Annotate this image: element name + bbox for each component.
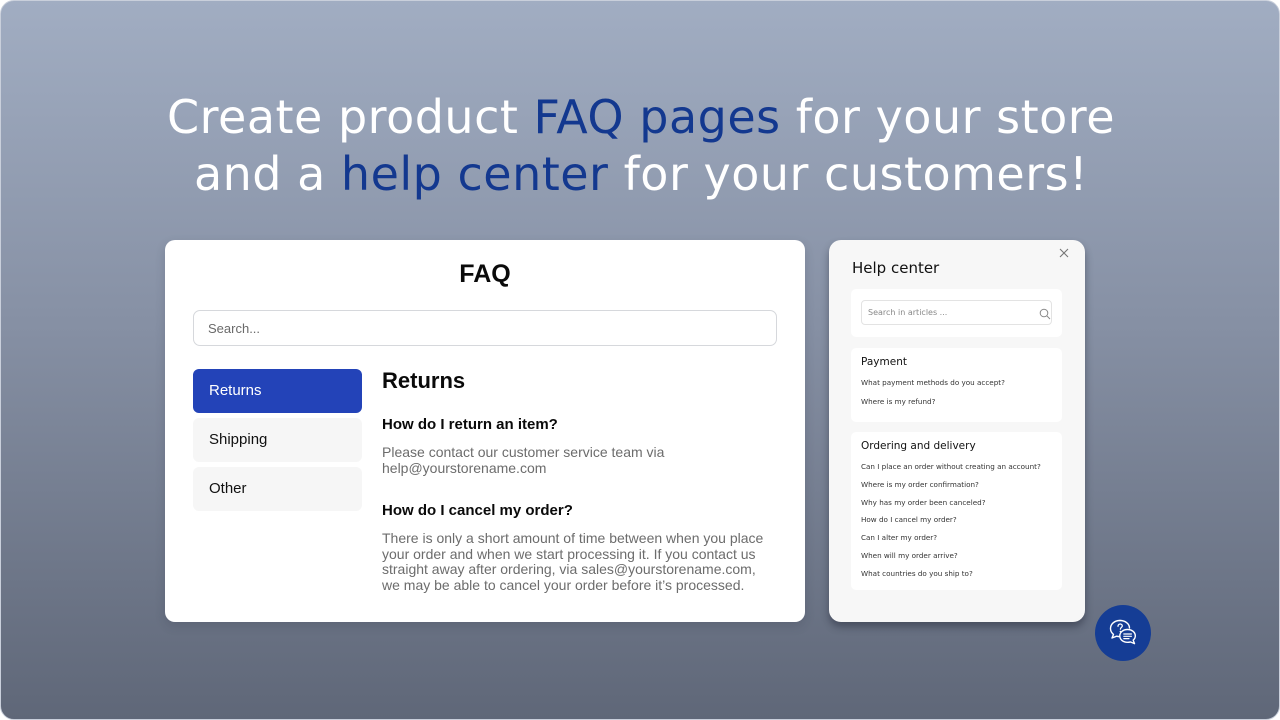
help-article-link[interactable]: Can I alter my order? bbox=[861, 533, 1052, 551]
nav-item-returns[interactable]: Returns bbox=[193, 369, 362, 413]
faq-item: How do I cancel my order? There is only … bbox=[382, 502, 782, 593]
close-icon-glyph bbox=[1059, 248, 1069, 258]
faq-search-input[interactable] bbox=[193, 310, 777, 346]
help-search-container bbox=[851, 289, 1062, 337]
help-center-panel: Help center Payment What payment methods… bbox=[829, 240, 1085, 622]
headline-line-1: Create product FAQ pages for your store bbox=[167, 90, 1115, 144]
nav-item-other[interactable]: Other bbox=[193, 467, 362, 511]
headline-text: for your store bbox=[780, 90, 1115, 144]
help-article-link[interactable]: What countries do you ship to? bbox=[861, 569, 1052, 587]
help-chat-button[interactable] bbox=[1095, 605, 1151, 661]
help-article-link[interactable]: Where is my order confirmation? bbox=[861, 480, 1052, 498]
help-section-ordering: Ordering and delivery Can I place an ord… bbox=[851, 432, 1062, 590]
headline-accent-help-center: help center bbox=[340, 147, 609, 201]
help-section-payment: Payment What payment methods do you acce… bbox=[851, 348, 1062, 422]
headline-text: Create product bbox=[167, 90, 534, 144]
section-title: Returns bbox=[382, 368, 466, 393]
faq-item: How do I return an item? Please contact … bbox=[382, 416, 782, 476]
help-article-link[interactable]: What payment methods do you accept? bbox=[861, 378, 1052, 397]
faq-content: Returns How do I return an item? Please … bbox=[382, 368, 782, 619]
help-article-link[interactable]: Where is my refund? bbox=[861, 397, 1052, 416]
chat-question-icon bbox=[1109, 619, 1136, 645]
faq-category-nav: Returns Shipping Other bbox=[193, 369, 362, 516]
faq-question: How do I cancel my order? bbox=[382, 502, 573, 519]
headline-line-2: and a help center for your customers! bbox=[194, 147, 1088, 201]
headline-text: for your customers! bbox=[608, 147, 1089, 201]
background-stage: Create product FAQ pages for your store … bbox=[0, 0, 1280, 720]
faq-question: How do I return an item? bbox=[382, 416, 558, 433]
close-icon[interactable] bbox=[1057, 248, 1071, 262]
help-center-title: Help center bbox=[852, 259, 940, 277]
help-article-link[interactable]: Why has my order been canceled? bbox=[861, 498, 1052, 516]
faq-card: FAQ Returns Shipping Other Returns How d… bbox=[165, 240, 805, 622]
faq-answer: Please contact our customer service team… bbox=[382, 444, 665, 476]
search-icon[interactable] bbox=[1039, 305, 1053, 320]
faq-title: FAQ bbox=[459, 260, 511, 288]
help-article-link[interactable]: Can I place an order without creating an… bbox=[861, 462, 1052, 480]
help-section-title: Ordering and delivery bbox=[861, 440, 976, 452]
help-article-link[interactable]: How do I cancel my order? bbox=[861, 515, 1052, 533]
help-article-link[interactable]: When will my order arrive? bbox=[861, 551, 1052, 569]
headline-accent-faq-pages: FAQ pages bbox=[533, 90, 781, 144]
headline: Create product FAQ pages for your store … bbox=[1, 89, 1279, 203]
headline-text: and a bbox=[193, 147, 341, 201]
help-section-title: Payment bbox=[861, 356, 907, 368]
nav-item-shipping[interactable]: Shipping bbox=[193, 418, 362, 462]
help-search-input[interactable] bbox=[861, 300, 1052, 325]
faq-answer: There is only a short amount of time bet… bbox=[382, 530, 764, 593]
